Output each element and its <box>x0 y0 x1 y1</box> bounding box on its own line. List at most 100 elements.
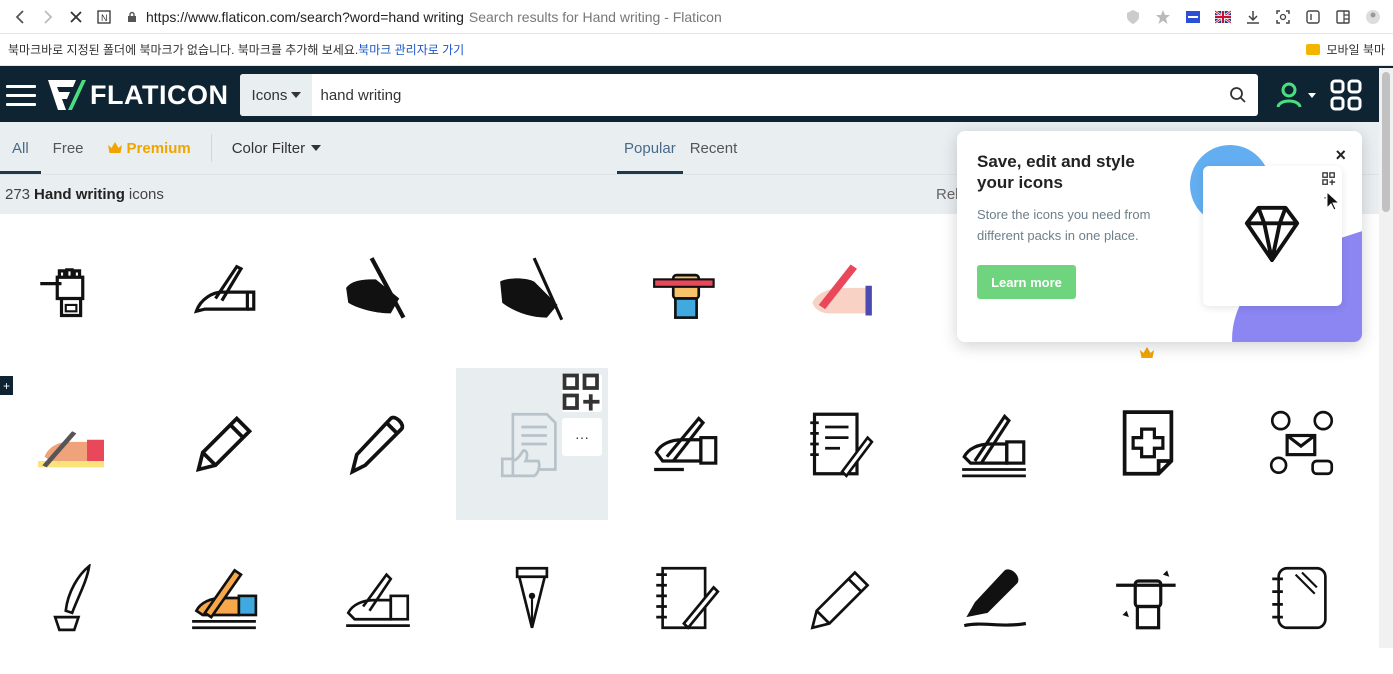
icon-pencil-outline[interactable] <box>148 368 300 520</box>
icon-fist-pencil-color[interactable] <box>610 214 762 366</box>
quill-icon <box>53 564 91 632</box>
hand-writing-icon <box>193 264 256 314</box>
premium-crown-icon <box>1140 346 1154 364</box>
search-input[interactable] <box>312 86 1219 104</box>
collections-button[interactable] <box>1330 79 1362 111</box>
results-suffix: icons <box>128 186 164 203</box>
add-collection-icon <box>1322 172 1336 186</box>
icon-hand-pen-color-flat[interactable] <box>0 368 146 520</box>
icon-hand-quill-solid[interactable] <box>456 214 608 366</box>
related-label[interactable]: Rel <box>936 186 959 203</box>
icon-fist-pen[interactable] <box>0 214 146 366</box>
shield-extension-button[interactable] <box>1123 7 1143 27</box>
profile-button[interactable] <box>1363 7 1383 27</box>
browser-address-bar: N https://www.flaticon.com/search?word=h… <box>0 0 1393 34</box>
notebook-icon <box>1272 566 1327 630</box>
scrollbar-thumb[interactable] <box>1382 72 1390 212</box>
icon-notebook-pencil[interactable] <box>764 368 916 520</box>
screenshot-button[interactable] <box>1273 7 1293 27</box>
mobile-bookmarks-label: 모바일 북마 <box>1326 43 1385 57</box>
add-to-collection-button[interactable] <box>562 373 602 412</box>
url-field[interactable]: https://www.flaticon.com/search?word=han… <box>126 9 1123 25</box>
search-bar: Icons <box>240 74 1259 116</box>
mobile-bookmarks-folder[interactable]: 모바일 북마 <box>1306 41 1385 58</box>
bookmarks-manager-link[interactable]: 북마크 관리자로 가기 <box>358 41 464 58</box>
icon-feedback-mail[interactable] <box>1226 368 1378 520</box>
feedback-tab[interactable]: + <box>0 376 13 395</box>
icon-hand-pen-outline[interactable] <box>148 214 300 366</box>
hand-writing-icon <box>38 431 104 468</box>
hand-writing-icon <box>812 264 872 316</box>
flaticon-logo[interactable]: FLATICON <box>46 78 228 112</box>
caret-down-icon <box>291 92 302 98</box>
icon-spiral-notebook[interactable] <box>610 522 762 674</box>
translate-extension-button[interactable] <box>1183 7 1203 27</box>
back-arrow-icon <box>15 9 24 24</box>
menu-button[interactable] <box>0 67 40 123</box>
tab-recent[interactable]: Recent <box>683 122 745 174</box>
caret-down-icon <box>1308 92 1317 98</box>
translate-icon <box>1186 10 1200 23</box>
tab-free[interactable]: Free <box>41 122 96 174</box>
more-options-button[interactable]: ··· <box>562 418 602 456</box>
icon-hand-writing-line[interactable] <box>918 368 1070 520</box>
fountain-pen-icon <box>515 566 549 629</box>
icon-hand-pen-line[interactable] <box>610 368 762 520</box>
site-header: FLATICON Icons <box>0 66 1393 122</box>
sidebar-button[interactable] <box>1333 7 1353 27</box>
mouse-cursor-icon <box>1326 191 1340 211</box>
icon-hand-pen-solid[interactable] <box>302 214 454 366</box>
icon-hand-pen-lineart[interactable] <box>302 522 454 674</box>
feedback-icon <box>1269 410 1334 476</box>
icon-medical-document[interactable] <box>1072 368 1224 520</box>
back-button[interactable] <box>6 3 34 31</box>
pencil-icon <box>195 415 253 473</box>
tab-all[interactable]: All <box>0 122 41 174</box>
tab-premium[interactable]: Premium <box>96 122 203 174</box>
icon-marker-pen[interactable] <box>918 522 1070 674</box>
icon-pencil-lineart[interactable] <box>764 522 916 674</box>
reader-mode-button[interactable] <box>1303 7 1323 27</box>
reader-icon <box>1306 9 1320 24</box>
logo-text: FLATICON <box>90 79 229 110</box>
download-button[interactable] <box>1243 7 1263 27</box>
page-title-text: Search results for Hand writing - Flatic… <box>468 8 722 25</box>
learn-more-button[interactable]: Learn more <box>977 265 1076 299</box>
icon-fist-pen-stars[interactable] <box>1072 522 1224 674</box>
bookmarks-empty-message: 북마크바로 지정된 폴더에 북마크가 없습니다. 북마크를 추가해 보세요. <box>8 43 359 57</box>
forward-button[interactable] <box>34 3 62 31</box>
add-collection-icon <box>562 373 600 411</box>
bookmark-star-button[interactable] <box>1153 7 1173 27</box>
results-count: 273 <box>5 186 31 203</box>
tab-popular[interactable]: Popular <box>617 122 683 174</box>
icon-hand-pencil-orange[interactable] <box>148 522 300 674</box>
color-filter-dropdown[interactable]: Color Filter <box>220 122 333 174</box>
icon-hand-pencil-flat[interactable] <box>764 214 916 366</box>
pencil-icon <box>810 570 870 630</box>
shield-icon <box>1127 9 1139 24</box>
icon-quill-ink[interactable] <box>0 522 146 674</box>
icon-pen-outline[interactable] <box>302 368 454 520</box>
results-query: Hand writing <box>34 186 125 203</box>
user-icon <box>1276 82 1302 108</box>
icon-fountain-pen-nib[interactable] <box>456 522 608 674</box>
sidebar-icon <box>1336 9 1350 24</box>
search-button[interactable] <box>1218 86 1258 104</box>
icon-notebook-sketch[interactable] <box>1226 522 1378 674</box>
stop-button[interactable] <box>62 3 90 31</box>
folder-icon <box>1306 44 1321 55</box>
flaticon-logo-icon <box>48 80 86 110</box>
grid-icon <box>1330 79 1362 111</box>
uk-flag-extension-button[interactable] <box>1213 7 1233 27</box>
user-menu-button[interactable] <box>1276 80 1317 110</box>
popup-close-button[interactable]: × <box>1335 145 1346 166</box>
search-type-dropdown[interactable]: Icons <box>240 74 313 116</box>
caret-down-icon <box>311 145 322 151</box>
page-scrollbar[interactable] <box>1379 68 1393 648</box>
notion-extension-button[interactable]: N <box>90 3 118 31</box>
notebook-icon <box>656 566 720 630</box>
icon-document-thumbs-up[interactable]: ··· <box>456 368 608 520</box>
search-icon <box>1230 87 1247 103</box>
hand-writing-icon <box>654 416 718 472</box>
sort-tabs: Popular Recent <box>617 122 744 174</box>
